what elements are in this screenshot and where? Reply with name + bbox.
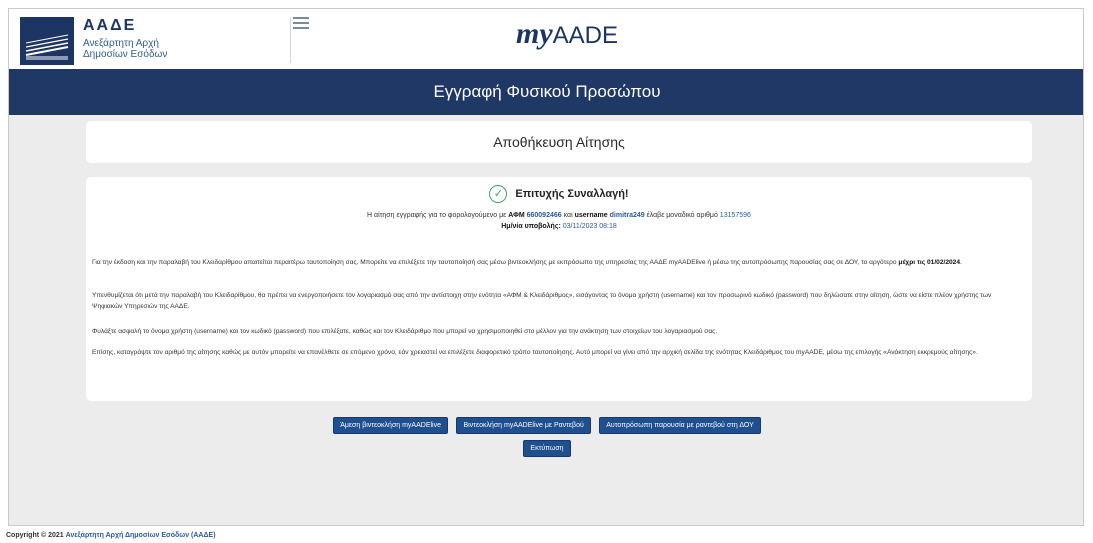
success-header: ✓ Επιτυχής Συναλλαγή!	[86, 184, 1032, 203]
and-text: και	[563, 212, 573, 219]
org-footer-link[interactable]: Ανεξάρτητη Αρχή Δημοσίων Εσόδων (ΑΑΔΕ)	[66, 532, 216, 539]
action-buttons-row2: Εκτύπωση	[9, 437, 1083, 457]
submission-date: 03/11/2023 08:18	[562, 223, 617, 230]
top-header: ΑΑΔΕ Ανεξάρτητη Αρχή Δημοσίων Εσόδων myA…	[9, 9, 1083, 69]
video-call-now-button[interactable]: Άμεση βιντεοκλήση myAADElive	[333, 417, 448, 434]
received-text: έλαβε μοναδικό αριθμό	[646, 212, 718, 219]
myaade-brand-logo[interactable]: myAADE	[516, 17, 618, 51]
org-subtitle: Ανεξάρτητη Αρχή Δημοσίων Εσόδων	[83, 38, 167, 60]
header-divider	[290, 17, 291, 63]
info-paragraph-4: Επίσης, καταγράψτε τον αριθμό της αίτηση…	[92, 349, 978, 356]
result-card: ✓ Επιτυχής Συναλλαγή! Η αίτηση εγγραφής …	[86, 177, 1032, 401]
submission-date-line: Ημ/νία υποβολής: 03/11/2023 08:18	[86, 221, 1032, 232]
in-person-appointment-button[interactable]: Αυτοπρόσωπη παρουσία με ραντεβού στη ΔΟΥ	[599, 417, 761, 434]
footer: Copyright © 2021 Ανεξάρτητη Αρχή Δημοσίω…	[6, 532, 216, 539]
info-paragraph-1: Για την έκδοση και την παραλαβή του Κλει…	[92, 259, 962, 266]
success-inner: ✓ Επιτυχής Συναλλαγή!	[489, 184, 629, 203]
hamburger-menu-icon[interactable]	[293, 17, 309, 31]
info-paragraph-3: Φυλάξτε ασφαλή το όνομα χρήστη (username…	[92, 328, 718, 335]
aade-logo-icon[interactable]	[20, 17, 74, 65]
deadline-text: μέχρι τις 01/02/2024	[898, 259, 960, 266]
copyright-text: Copyright © 2021	[6, 532, 64, 539]
username-label: username	[574, 212, 608, 219]
brand-aade: AADE	[552, 22, 619, 49]
summary-prefix: Η αίτηση εγγραφής για το φορολογούμενο μ…	[367, 212, 507, 219]
submission-summary: Η αίτηση εγγραφής για το φορολογούμενο μ…	[86, 210, 1032, 232]
menu-bar	[293, 22, 309, 24]
afm-value: 660092466	[526, 212, 562, 219]
application-number: 13157596	[719, 212, 751, 219]
video-call-appointment-button[interactable]: Βιντεοκλήση myAADElive με Ραντεβού	[456, 417, 591, 434]
menu-bar	[293, 27, 309, 29]
page-title: Εγγραφή Φυσικού Προσώπου	[9, 69, 1083, 115]
section-title: Αποθήκευση Αίτησης	[493, 134, 625, 150]
org-subtitle-line1: Ανεξάρτητη Αρχή	[83, 38, 159, 49]
print-button[interactable]: Εκτύπωση	[523, 440, 571, 457]
menu-bar	[293, 17, 309, 19]
afm-label: ΑΦΜ	[508, 212, 525, 219]
summary-line: Η αίτηση εγγραφής για το φορολογούμενο μ…	[86, 210, 1032, 221]
action-buttons-row1: Άμεση βιντεοκλήση myAADElive Βιντεοκλήση…	[9, 414, 1083, 434]
org-name: ΑΑΔΕ	[83, 17, 137, 34]
success-title: Επιτυχής Συναλλαγή!	[515, 187, 629, 200]
org-subtitle-line2: Δημοσίων Εσόδων	[83, 49, 168, 60]
submission-date-label: Ημ/νία υποβολής:	[501, 223, 561, 230]
username-value: dimitra249	[609, 212, 645, 219]
brand-my: my	[516, 17, 553, 50]
info-paragraph-1-text: Για την έκδοση και την παραλαβή του Κλει…	[92, 259, 897, 266]
info-paragraph-2: Υπενθυμίζεται ότι μετά την παραλαβή του …	[92, 292, 992, 310]
section-title-card: Αποθήκευση Αίτησης	[86, 121, 1032, 163]
aade-logo-graphic	[25, 34, 69, 60]
check-circle-icon: ✓	[489, 184, 508, 203]
app-frame: ΑΑΔΕ Ανεξάρτητη Αρχή Δημοσίων Εσόδων myA…	[8, 8, 1084, 526]
